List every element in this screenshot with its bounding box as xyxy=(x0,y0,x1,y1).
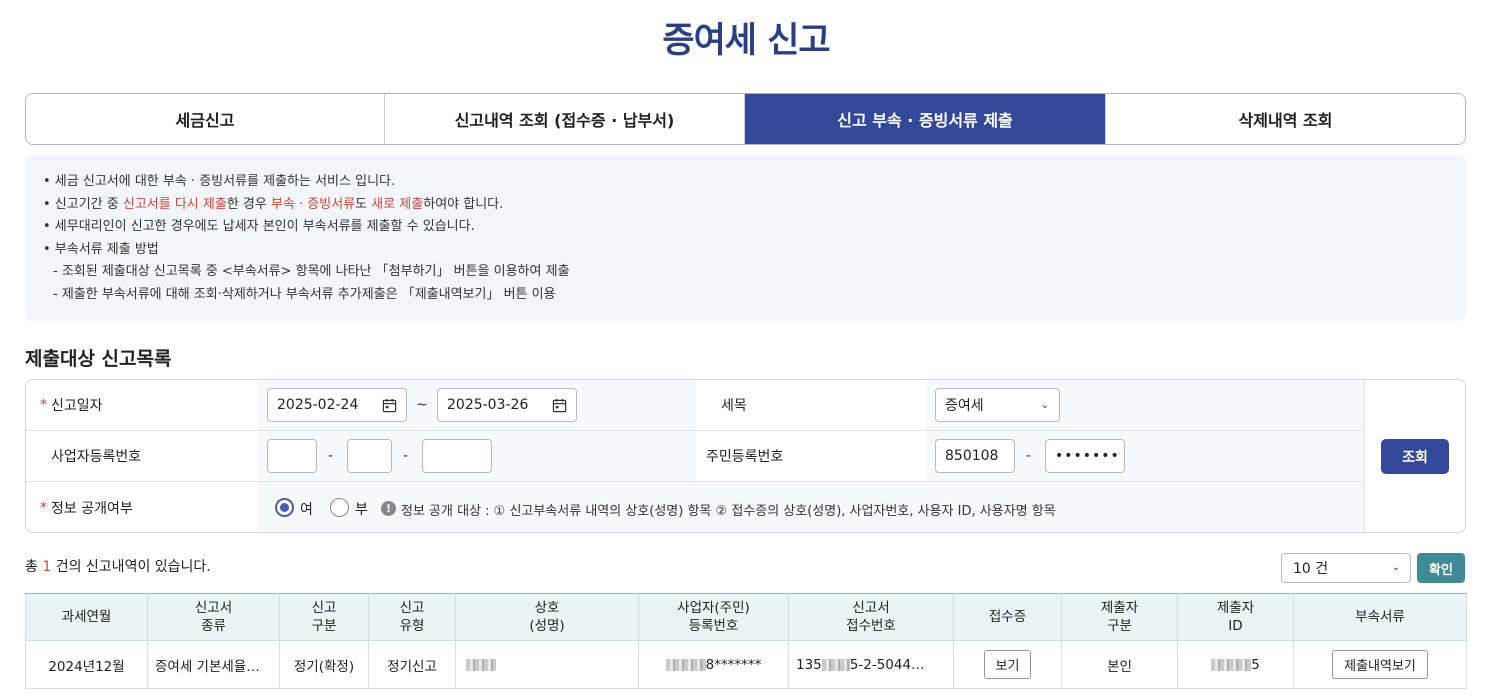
date-to-input[interactable]: 2025-03-26 xyxy=(437,388,577,422)
col-report-div: 신고 구분 xyxy=(279,593,369,641)
tab-tax-report[interactable]: 세금신고 xyxy=(26,94,385,144)
tax-type-select[interactable]: 증여세 ⌄ xyxy=(935,388,1060,422)
date-from-input[interactable]: 2025-02-24 xyxy=(267,388,407,422)
disclose-no-radio[interactable] xyxy=(330,498,349,517)
calendar-icon[interactable] xyxy=(552,398,567,413)
cell-report-div: 정기(확정) xyxy=(279,640,369,689)
col-submitter-id: 제출자 ID xyxy=(1177,593,1294,641)
search-form: * 신고일자 2025-02-24 ~ 2025-03-26 세목 증여세 ⌄ 사… xyxy=(25,379,1466,533)
search-button[interactable]: 조회 xyxy=(1381,439,1449,474)
info-line: - 제출한 부속서류에 대해 조회·삭제하거나 부속서류 추가제출은 「제출내역… xyxy=(53,286,556,302)
tax-type-label: 세목 xyxy=(721,398,747,414)
col-reg-no: 사업자(주민) 등록번호 xyxy=(638,593,789,641)
info-line: - 조회된 제출대상 신고목록 중 <부속서류> 항목에 나타난 「첨부하기」 … xyxy=(53,264,570,280)
col-name: 상호 (성명) xyxy=(455,593,639,641)
info-icon: ! xyxy=(381,501,396,516)
biz-number-part1[interactable] xyxy=(267,439,317,473)
info-line: • 세금 신고서에 대한 부속 · 증빙서류를 제출하는 서비스 입니다. xyxy=(43,174,396,189)
rrn-front-input[interactable]: 850108 xyxy=(935,439,1015,473)
cell-reg-no: 8******* xyxy=(638,640,789,689)
cell-name xyxy=(455,640,639,689)
cell-documents: 제출내역보기 xyxy=(1293,640,1467,689)
biz-number-label: 사업자등록번호 xyxy=(51,449,142,465)
calendar-icon[interactable] xyxy=(382,398,397,413)
chevron-down-icon: ⌄ xyxy=(1040,400,1049,411)
col-receipt: 접수증 xyxy=(953,593,1062,641)
disclose-label: * 정보 공개여부 xyxy=(40,499,133,517)
cell-receipt: 보기 xyxy=(953,640,1062,689)
info-line: • 세무대리인이 신고한 경우에도 납세자 본인이 부속서류를 제출할 수 있습… xyxy=(43,219,475,235)
form-row-disclose: * 정보 공개여부 여 부 ! 정보 공개 대상 : ① 신고부속서류 내역의 상… xyxy=(26,482,1364,532)
biz-number-part3[interactable] xyxy=(422,439,492,473)
disclose-yes-label: 여 xyxy=(300,502,313,518)
table-row: 2024년12월 증여세 기본세율… 정기(확정) 정기신고 8******* … xyxy=(25,640,1467,689)
disclose-yes-radio[interactable] xyxy=(275,498,294,517)
tab-submit-documents[interactable]: 신고 부속 · 증빙서류 제출 xyxy=(745,94,1106,144)
col-submitter-div: 제출자 구분 xyxy=(1061,593,1178,641)
view-receipt-button[interactable]: 보기 xyxy=(983,650,1032,679)
info-line: • 신고기간 중 신고서를 다시 제출한 경우 부속 · 증빙서류도 새로 제출… xyxy=(43,196,504,212)
page-title: 증여세 신고 xyxy=(662,21,830,61)
col-report-type: 신고 유형 xyxy=(368,593,456,641)
confirm-button[interactable]: 확인 xyxy=(1417,553,1465,583)
form-row-date: * 신고일자 2025-02-24 ~ 2025-03-26 세목 증여세 ⌄ xyxy=(26,380,1364,431)
col-period: 과세연월 xyxy=(25,593,148,641)
cell-period: 2024년12월 xyxy=(25,640,148,689)
disclose-notice: 정보 공개 대상 : ① 신고부속서류 내역의 상호(성명) 항목 ② 접수증의… xyxy=(401,504,1056,519)
rrn-back-input[interactable]: ••••••• xyxy=(1045,439,1125,473)
cell-form-type: 증여세 기본세율… xyxy=(147,640,280,689)
cell-report-type: 정기신고 xyxy=(368,640,456,689)
cell-submitter-div: 본인 xyxy=(1061,640,1178,689)
col-documents: 부속서류 xyxy=(1293,593,1467,641)
cell-receipt-no: 135 5-2-5044… xyxy=(788,640,954,689)
info-box: • 세금 신고서에 대한 부속 · 증빙서류를 제출하는 서비스 입니다. • … xyxy=(25,155,1466,321)
rrn-label: 주민등록번호 xyxy=(706,449,784,465)
result-count: 총 1 건의 신고내역이 있습니다. xyxy=(25,559,211,575)
chevron-down-icon: ⌄ xyxy=(1391,562,1400,573)
table-header-row: 과세연월 신고서 종류 신고 구분 신고 유형 상호 (성명) 사업자(주민) … xyxy=(25,593,1467,641)
section-title: 제출대상 신고목록 xyxy=(25,348,172,370)
info-line: • 부속서류 제출 방법 xyxy=(43,241,159,257)
col-receipt-no: 신고서 접수번호 xyxy=(788,593,954,641)
biz-number-part2[interactable] xyxy=(347,439,392,473)
cell-submitter-id: 5 xyxy=(1177,640,1294,689)
form-row-numbers: 사업자등록번호 - - 주민등록번호 850108 - ••••••• xyxy=(26,431,1364,482)
tab-deleted-history[interactable]: 삭제내역 조회 xyxy=(1106,94,1465,144)
view-submissions-button[interactable]: 제출내역보기 xyxy=(1332,650,1428,679)
page-size-select[interactable]: 10 건 ⌄ xyxy=(1281,553,1411,583)
tab-bar: 세금신고 신고내역 조회 (접수증 · 납부서) 신고 부속 · 증빙서류 제출… xyxy=(25,93,1466,145)
report-table: 과세연월 신고서 종류 신고 구분 신고 유형 상호 (성명) 사업자(주민) … xyxy=(25,593,1467,689)
date-label: * 신고일자 xyxy=(40,397,103,414)
col-form-type: 신고서 종류 xyxy=(147,593,280,641)
date-separator: ~ xyxy=(416,397,428,413)
disclose-no-label: 부 xyxy=(355,502,368,518)
tab-report-history[interactable]: 신고내역 조회 (접수증 · 납부서) xyxy=(385,94,745,144)
